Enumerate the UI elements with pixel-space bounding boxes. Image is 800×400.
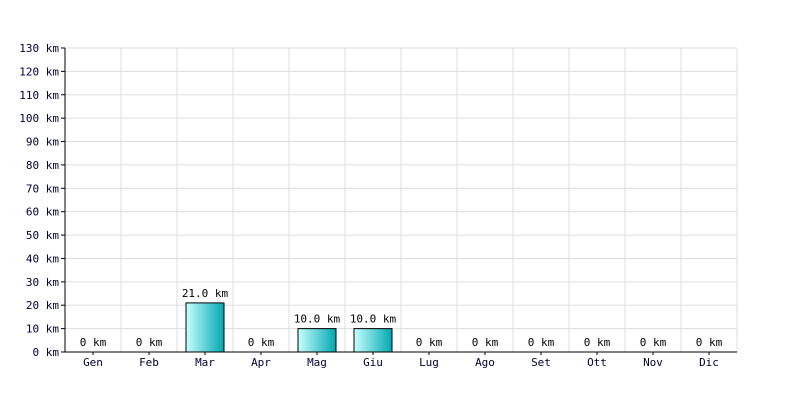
- x-tick-labels: Gen Feb Mar Apr Mag Giu Lug Ago Set Ott Nov Dic: [83, 356, 719, 369]
- grid: [65, 47, 738, 352]
- x-tick-label: Giu: [363, 356, 383, 369]
- bar-chart: 0 km 10 km 20 km 30 km 40 km 50 km 60 km 70 km 8…: [19, 42, 738, 369]
- bar-mag: [297, 328, 337, 353]
- y-tick-label: 40 km: [26, 252, 59, 265]
- y-tick-label: 120 km: [19, 65, 59, 78]
- data-label: 0 km: [416, 336, 443, 349]
- x-tick-label: Ott: [587, 356, 607, 369]
- data-label: 0 km: [136, 336, 163, 349]
- data-label: 0 km: [248, 336, 275, 349]
- y-tick-label: 10 km: [26, 323, 59, 336]
- y-tick-label: 0 km: [33, 346, 60, 359]
- x-tick-label: Mar: [195, 356, 215, 369]
- data-label: 10.0 km: [350, 313, 397, 326]
- y-tick-label: 80 km: [26, 159, 59, 172]
- x-tick-label: Set: [531, 356, 551, 369]
- x-tick-label: Lug: [419, 356, 439, 369]
- x-tick-label: Feb: [139, 356, 159, 369]
- data-label: 0 km: [696, 336, 723, 349]
- x-tick-label: Nov: [643, 356, 663, 369]
- y-tick-label: 60 km: [26, 206, 59, 219]
- bar-giu: [353, 328, 393, 353]
- bar-mar: [185, 302, 225, 353]
- data-label: 0 km: [640, 336, 667, 349]
- y-tick-label: 70 km: [26, 182, 59, 195]
- y-tick-label: 90 km: [26, 136, 59, 149]
- x-tick-label: Ago: [475, 356, 495, 369]
- data-label: 0 km: [584, 336, 611, 349]
- axes: [61, 47, 737, 355]
- x-tick-label: Mag: [307, 356, 327, 369]
- data-label: 0 km: [80, 336, 107, 349]
- y-tick-label: 130 km: [19, 42, 59, 55]
- y-tick-label: 110 km: [19, 89, 59, 102]
- y-tick-label: 20 km: [26, 299, 59, 312]
- data-label: 21.0 km: [182, 287, 229, 300]
- x-tick-label: Dic: [699, 356, 719, 369]
- x-tick-label: Gen: [83, 356, 103, 369]
- y-tick-label: 100 km: [19, 112, 59, 125]
- data-label: 0 km: [528, 336, 555, 349]
- data-label: 0 km: [472, 336, 499, 349]
- y-tick-labels: 0 km 10 km 20 km 30 km 40 km 50 km 60 km 70 km 8…: [19, 42, 59, 359]
- x-tick-label: Apr: [251, 356, 271, 369]
- data-label: 10.0 km: [294, 313, 341, 326]
- y-tick-label: 30 km: [26, 276, 59, 289]
- y-tick-label: 50 km: [26, 229, 59, 242]
